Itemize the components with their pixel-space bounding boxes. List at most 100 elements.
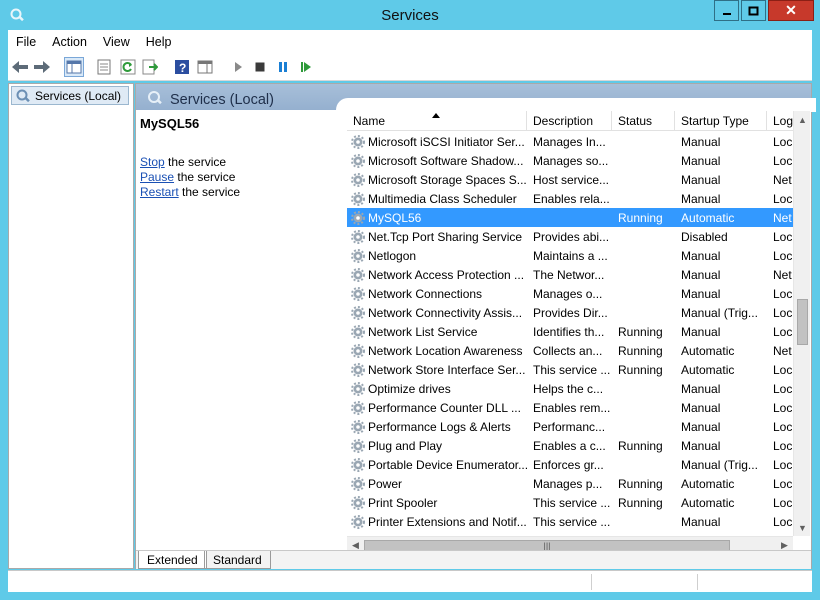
service-name-cell: Multimedia Class Scheduler (347, 189, 527, 208)
service-startup-type-cell: Manual (681, 401, 721, 415)
service-name-label: Optimize drives (368, 381, 451, 396)
help-button[interactable]: ? (172, 57, 192, 77)
tree-item-services-local[interactable]: Services (Local) (11, 86, 129, 105)
service-name-cell: Netlogon (347, 246, 527, 265)
table-row[interactable]: MySQL56 Running Automatic Net (347, 208, 793, 227)
start-service-icon (235, 62, 242, 72)
minimize-button[interactable] (714, 0, 739, 21)
menu-action[interactable]: Action (44, 35, 95, 49)
table-row[interactable]: Performance Counter DLL ... Enables rem..… (347, 398, 793, 417)
service-description-cell: Manages so... (533, 154, 609, 168)
menu-file[interactable]: File (8, 35, 44, 49)
show-hide-console-tree-button[interactable] (64, 57, 84, 77)
forward-button[interactable] (32, 57, 52, 77)
resume-service-button[interactable] (296, 57, 316, 77)
service-gear-icon (351, 229, 365, 244)
pause-text: the service (174, 170, 236, 184)
service-status-cell: Running (618, 439, 663, 453)
maximize-button[interactable] (741, 0, 766, 21)
tab-standard[interactable]: Standard (204, 551, 271, 569)
back-button[interactable] (10, 57, 30, 77)
service-gear-icon (351, 153, 365, 168)
table-row[interactable]: Optimize drives Helps the c... Manual Loc (347, 379, 793, 398)
resume-service-icon (301, 62, 311, 72)
table-row[interactable]: Network Location Awareness Collects an...… (347, 341, 793, 360)
column-header-status[interactable]: Status (612, 111, 675, 131)
vertical-scrollbar[interactable]: ▲ ▼ (793, 111, 810, 536)
table-row[interactable]: Microsoft Software Shadow... Manages so..… (347, 151, 793, 170)
service-name-cell: Net.Tcp Port Sharing Service (347, 227, 527, 246)
stop-line: Stop the service (140, 155, 340, 170)
table-row[interactable]: Printer Extensions and Notif... This serv… (347, 512, 793, 531)
column-header-startup-type[interactable]: Startup Type (675, 111, 767, 131)
service-name-label: Print Spooler (368, 495, 438, 510)
scroll-down-arrow-icon[interactable]: ▼ (794, 519, 811, 536)
service-name-label: Network Location Awareness (368, 343, 523, 358)
show-hide-action-pane-button[interactable] (195, 57, 215, 77)
service-log-on-cell: Loc (773, 363, 793, 377)
service-name-label: Microsoft Software Shadow... (368, 153, 524, 168)
service-description-cell: Helps the c... (533, 382, 604, 396)
table-row[interactable]: Power Manages p... Running Automatic Loc (347, 474, 793, 493)
table-row[interactable]: Multimedia Class Scheduler Enables rela..… (347, 189, 793, 208)
table-row[interactable]: Plug and Play Enables a c... Running Manual… (347, 436, 793, 455)
table-row[interactable]: Microsoft Storage Spaces S... Host servic… (347, 170, 793, 189)
service-name-label: Network Connectivity Assis... (368, 305, 523, 320)
service-status-cell: Running (618, 477, 663, 491)
service-gear-icon (351, 495, 365, 510)
service-description-cell: Identifies th... (533, 325, 605, 339)
menu-view[interactable]: View (95, 35, 138, 49)
table-row[interactable]: Performance Logs & Alerts Performanc... Ma… (347, 417, 793, 436)
scroll-up-arrow-icon[interactable]: ▲ (794, 111, 811, 128)
service-name-cell: Power (347, 474, 527, 493)
table-row[interactable]: Network Connections Manages o... Manual Loc (347, 284, 793, 303)
status-divider (591, 574, 592, 590)
service-name-label: Network Store Interface Ser... (368, 362, 526, 377)
export-list-button[interactable] (140, 57, 160, 77)
column-header-description[interactable]: Description (527, 111, 612, 131)
restart-link[interactable]: Restart (140, 185, 179, 199)
service-gear-icon (351, 172, 365, 187)
service-name-label: MySQL56 (368, 210, 422, 225)
service-gear-icon (351, 305, 365, 320)
table-row[interactable]: Portable Device Enumerator... Enforces gr… (347, 455, 793, 474)
table-row[interactable]: Network List Service Identifies th... Runn… (347, 322, 793, 341)
service-gear-icon (351, 514, 365, 529)
sort-ascending-icon (432, 113, 440, 118)
service-log-on-cell: Loc (773, 496, 793, 510)
table-row[interactable]: Microsoft iSCSI Initiator Ser... Manages … (347, 132, 793, 151)
start-service-button[interactable] (228, 57, 248, 77)
menu-help[interactable]: Help (138, 35, 180, 49)
service-name-label: Multimedia Class Scheduler (368, 191, 517, 206)
properties-button[interactable] (94, 57, 114, 77)
stop-service-button[interactable] (250, 57, 270, 77)
table-row[interactable]: Network Connectivity Assis... Provides Di… (347, 303, 793, 322)
service-name-cell: Print Spooler (347, 493, 527, 512)
table-row[interactable]: Network Store Interface Ser... This servi… (347, 360, 793, 379)
column-header-log-on-as[interactable]: Log (767, 111, 793, 131)
minimize-icon (722, 12, 731, 15)
close-button[interactable]: ✕ (768, 0, 814, 21)
service-log-on-cell: Loc (773, 249, 793, 263)
refresh-button[interactable] (118, 57, 138, 77)
table-row[interactable]: Network Access Protection ... The Networ.… (347, 265, 793, 284)
stop-link[interactable]: Stop (140, 155, 165, 169)
services-node-icon (16, 89, 30, 102)
service-description-cell: Manages In... (533, 135, 606, 149)
table-row[interactable]: Netlogon Maintains a ... Manual Loc (347, 246, 793, 265)
service-log-on-cell: Loc (773, 477, 793, 491)
pause-link[interactable]: Pause (140, 170, 174, 184)
service-startup-type-cell: Manual (681, 173, 721, 187)
vertical-scroll-thumb[interactable] (797, 299, 808, 345)
table-row[interactable]: Print Spooler This service ... Running Auto… (347, 493, 793, 512)
service-startup-type-cell: Automatic (681, 211, 735, 225)
table-row[interactable]: Net.Tcp Port Sharing Service Provides abi… (347, 227, 793, 246)
service-log-on-cell: Loc (773, 515, 793, 529)
service-gear-icon (351, 362, 365, 377)
title-bar[interactable]: Services ✕ (0, 0, 820, 30)
pause-service-button[interactable] (273, 57, 293, 77)
service-log-on-cell: Net (773, 268, 792, 282)
tab-extended[interactable]: Extended (138, 551, 207, 569)
column-header-name[interactable]: Name (347, 111, 527, 131)
service-name-cell: Performance Logs & Alerts (347, 417, 527, 436)
